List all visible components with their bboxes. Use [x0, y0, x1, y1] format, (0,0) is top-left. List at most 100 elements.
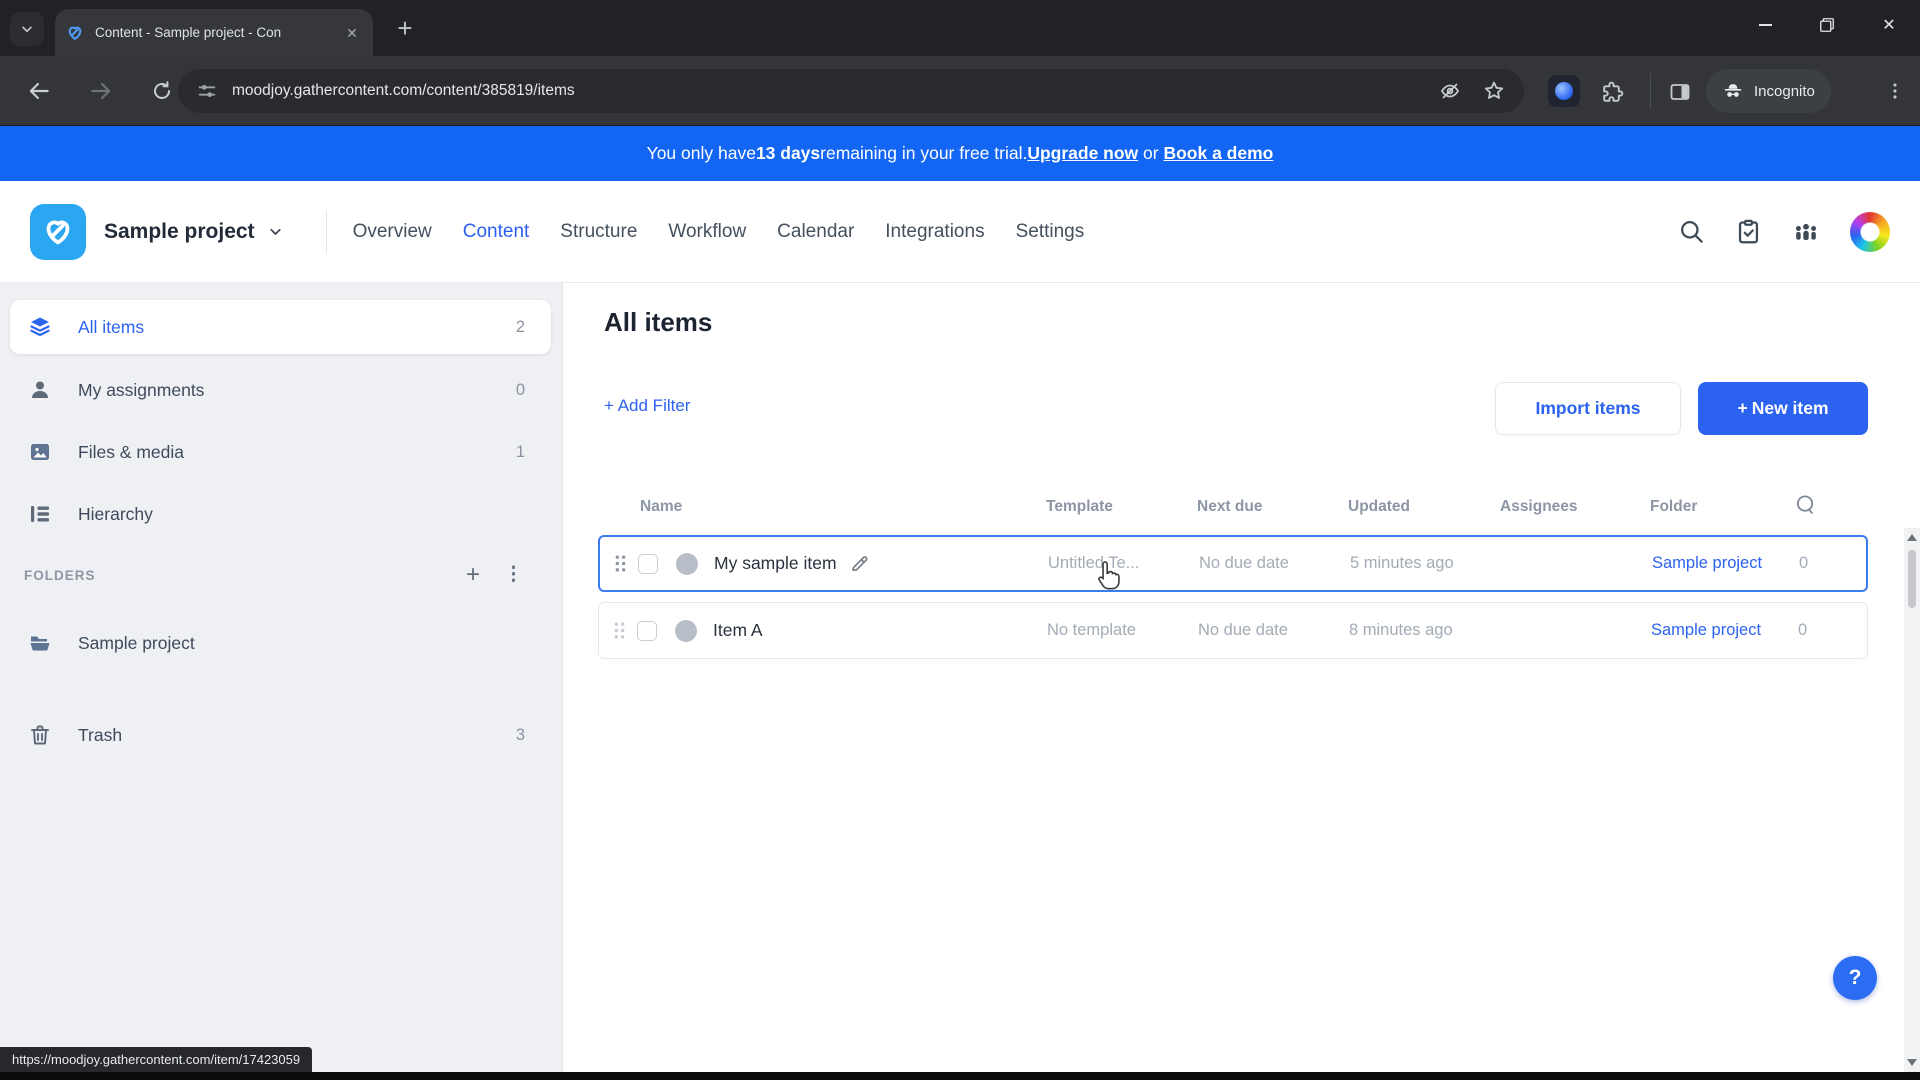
tab-search-button[interactable]: [10, 12, 44, 46]
browser-toolbar: moodjoy.gathercontent.com/content/385819…: [0, 56, 1920, 126]
nav-calendar[interactable]: Calendar: [777, 221, 854, 243]
column-header-assignees: Assignees: [1500, 498, 1578, 515]
scroll-up-icon[interactable]: [1907, 534, 1917, 541]
image-icon: [28, 440, 52, 464]
tab-title: Content - Sample project - Con: [95, 24, 282, 40]
sidebar-item-files-media[interactable]: Files & media 1: [10, 425, 551, 479]
row-checkbox[interactable]: [637, 620, 657, 641]
drag-handle-icon[interactable]: [614, 537, 627, 590]
sidebar-item-label: Files & media: [78, 441, 185, 462]
sidebar-folder-sample-project[interactable]: Sample project: [10, 616, 551, 670]
item-template[interactable]: No template: [1047, 603, 1136, 658]
item-row[interactable]: Item A No template No due date 8 minutes…: [598, 602, 1868, 659]
scrollbar-thumb[interactable]: [1908, 550, 1916, 608]
item-template[interactable]: Untitled Te...: [1048, 537, 1139, 590]
pinned-extension-icon[interactable]: [1548, 75, 1580, 107]
import-items-button[interactable]: Import items: [1495, 382, 1681, 435]
extensions-puzzle-icon[interactable]: [1600, 80, 1625, 105]
sidebar-item-all-items[interactable]: All items 2: [10, 300, 551, 354]
item-folder-link[interactable]: Sample project: [1651, 603, 1761, 658]
item-row[interactable]: My sample item Untitled Te... No due dat…: [598, 535, 1868, 592]
chevron-down-icon: [19, 21, 35, 37]
heart-link-icon: [40, 214, 76, 250]
item-folder-link[interactable]: Sample project: [1652, 537, 1762, 590]
tab-close-icon[interactable]: ✕: [341, 22, 363, 44]
side-panel-icon[interactable]: [1668, 80, 1692, 104]
row-checkbox[interactable]: [638, 553, 658, 574]
nav-content[interactable]: Content: [463, 221, 530, 243]
gathercontent-logo[interactable]: [30, 203, 86, 260]
column-header-template: Template: [1046, 498, 1113, 515]
sidebar-item-label: Trash: [78, 724, 123, 745]
help-button[interactable]: ?: [1833, 956, 1877, 1000]
minimize-icon: [1758, 24, 1772, 26]
sidebar-item-my-assignments[interactable]: My assignments 0: [10, 363, 551, 417]
primary-nav: Overview Content Structure Workflow Cale…: [353, 221, 1085, 243]
folders-section-header: FOLDERS + ⋮: [24, 563, 537, 587]
drag-handle-icon[interactable]: [613, 603, 626, 658]
upgrade-now-link[interactable]: Upgrade now: [1027, 143, 1138, 164]
item-comments-count: 0: [1798, 621, 1808, 639]
forward-icon[interactable]: [88, 78, 114, 104]
banner-text-prefix: You only have: [646, 143, 756, 163]
address-bar[interactable]: moodjoy.gathercontent.com/content/385819…: [178, 69, 1524, 113]
sidebar: All items 2 My assignments 0 Files & med…: [0, 283, 563, 1072]
window-restore-button[interactable]: [1796, 0, 1858, 50]
trial-banner: You only have 13 days remaining in your …: [0, 126, 1920, 181]
incognito-badge[interactable]: Incognito: [1706, 69, 1831, 113]
reload-icon[interactable]: [150, 79, 174, 103]
hierarchy-icon: [28, 502, 52, 526]
incognito-label: Incognito: [1754, 82, 1815, 100]
nav-structure[interactable]: Structure: [560, 221, 637, 243]
window-close-button[interactable]: ✕: [1858, 0, 1920, 50]
eye-off-icon[interactable]: [1438, 79, 1462, 103]
window-minimize-button[interactable]: [1734, 0, 1796, 50]
add-folder-icon[interactable]: +: [466, 563, 480, 587]
item-name[interactable]: My sample item: [714, 553, 837, 574]
edit-pencil-icon[interactable]: [849, 553, 870, 574]
main-content: All items + Add Filter Import items + Ne…: [563, 283, 1904, 1072]
nav-settings[interactable]: Settings: [1016, 221, 1085, 243]
status-circle[interactable]: [675, 619, 697, 642]
column-header-updated: Updated: [1348, 498, 1410, 515]
team-icon[interactable]: [1792, 218, 1820, 246]
tasks-clipboard-icon[interactable]: [1735, 218, 1762, 245]
sidebar-item-label: All items: [78, 316, 145, 337]
item-updated: 5 minutes ago: [1350, 554, 1454, 572]
restore-icon: [1817, 15, 1837, 35]
page-title: All items: [604, 307, 713, 337]
new-item-button[interactable]: + New item: [1698, 382, 1868, 435]
search-icon[interactable]: [1678, 218, 1705, 245]
browser-tabstrip: Content - Sample project - Con ✕ + ✕: [0, 0, 1920, 56]
bookmark-star-icon[interactable]: [1482, 79, 1506, 103]
url-text[interactable]: moodjoy.gathercontent.com/content/385819…: [232, 82, 575, 100]
trash-icon: [28, 723, 52, 747]
scroll-down-icon[interactable]: [1907, 1059, 1917, 1066]
add-filter-link[interactable]: + Add Filter: [604, 396, 690, 416]
scrollbar[interactable]: [1904, 528, 1920, 1072]
sidebar-item-trash[interactable]: Trash 3: [10, 708, 551, 762]
sidebar-item-count: 3: [515, 725, 525, 744]
incognito-icon: [1722, 80, 1744, 102]
nav-workflow[interactable]: Workflow: [668, 221, 746, 243]
tab-favicon-icon: [65, 23, 85, 43]
book-demo-link[interactable]: Book a demo: [1163, 143, 1273, 164]
chevron-down-icon: [267, 223, 284, 240]
item-name[interactable]: Item A: [713, 620, 763, 641]
user-avatar[interactable]: [1850, 211, 1890, 252]
site-info-icon[interactable]: [196, 80, 218, 102]
browser-tab[interactable]: Content - Sample project - Con ✕: [55, 9, 373, 56]
item-updated: 8 minutes ago: [1349, 621, 1453, 639]
app-header: Sample project Overview Content Structur…: [0, 181, 1920, 283]
nav-integrations[interactable]: Integrations: [885, 221, 984, 243]
status-circle[interactable]: [676, 552, 698, 575]
sidebar-item-label: Sample project: [78, 632, 195, 653]
nav-overview[interactable]: Overview: [353, 221, 432, 243]
window-controls: ✕: [1734, 0, 1920, 50]
back-icon[interactable]: [26, 78, 52, 104]
sidebar-item-hierarchy[interactable]: Hierarchy: [10, 487, 551, 541]
folders-kebab-icon[interactable]: ⋮: [504, 565, 523, 585]
project-switcher[interactable]: Sample project: [104, 220, 284, 244]
browser-menu-icon[interactable]: [1884, 80, 1906, 102]
new-tab-button[interactable]: +: [390, 14, 420, 44]
